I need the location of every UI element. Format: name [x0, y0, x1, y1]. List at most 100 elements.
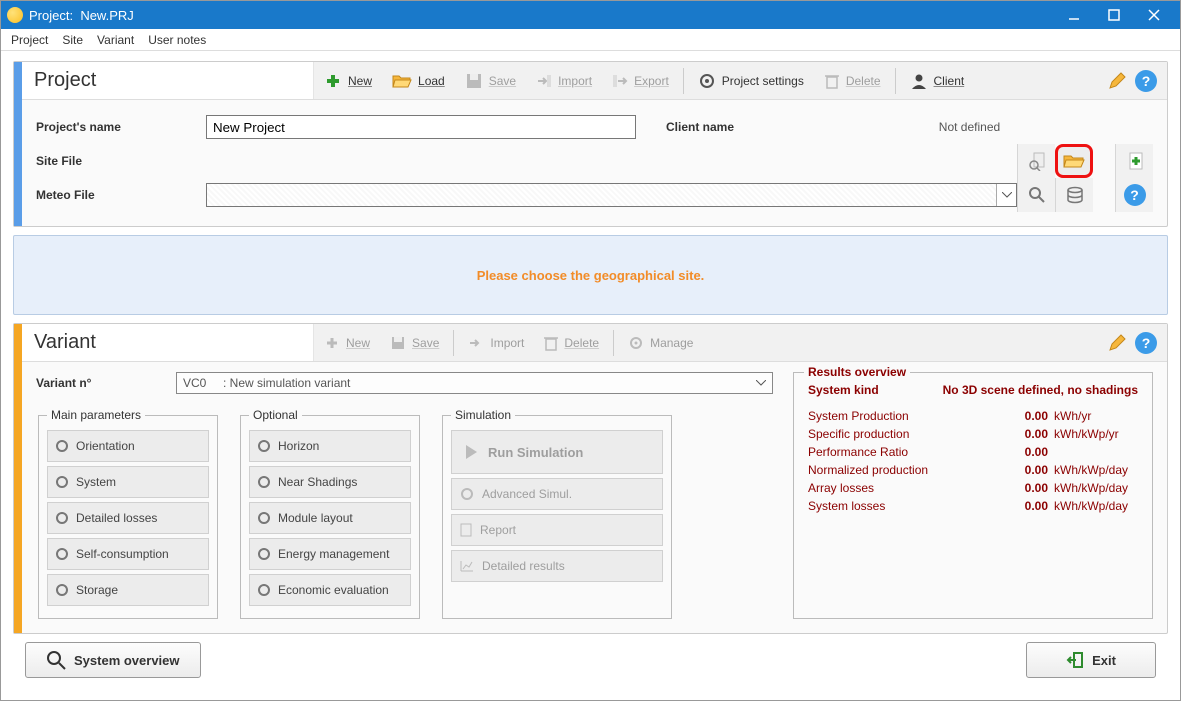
orientation-label: Orientation — [76, 439, 135, 453]
gear-icon — [628, 335, 644, 351]
separator — [453, 330, 454, 356]
array-unit: kWh/kWp/day — [1048, 481, 1138, 495]
near-shadings-label: Near Shadings — [278, 475, 357, 489]
help-icon[interactable]: ? — [1135, 332, 1157, 354]
hint-message: Please choose the geographical site. — [13, 235, 1168, 315]
menu-variant[interactable]: Variant — [97, 33, 134, 47]
site-search-button[interactable] — [1017, 144, 1055, 178]
variant-manage-button[interactable]: Manage — [618, 324, 703, 362]
exit-label: Exit — [1092, 653, 1116, 668]
variant-save-label: Save — [412, 336, 439, 350]
search-icon — [46, 650, 66, 670]
sysprod-label: System Production — [808, 409, 998, 423]
sysloss-unit: kWh/kWp/day — [1048, 499, 1138, 513]
project-panel: Project New Load Save Import — [13, 61, 1168, 227]
file-search-icon — [1027, 151, 1047, 171]
save-icon — [390, 335, 406, 351]
normprod-value: 0.00 — [998, 463, 1048, 477]
project-export-button[interactable]: Export — [602, 62, 679, 100]
results-legend: Results overview — [804, 365, 910, 379]
system-button[interactable]: System — [47, 466, 209, 498]
variant-new-label: New — [346, 336, 370, 350]
chevron-down-icon — [996, 184, 1016, 206]
detailed-results-button[interactable]: Detailed results — [451, 550, 663, 582]
radio-icon — [56, 512, 68, 524]
exit-button[interactable]: Exit — [1026, 642, 1156, 678]
specprod-label: Specific production — [808, 427, 998, 441]
client-name-value: Not defined — [786, 120, 1153, 134]
project-load-button[interactable]: Load — [382, 62, 455, 100]
plus-icon — [324, 335, 340, 351]
project-name-input[interactable] — [206, 115, 636, 139]
window-title: Project: New.PRJ — [29, 8, 134, 23]
radio-icon — [56, 584, 68, 596]
maximize-button[interactable] — [1094, 1, 1134, 29]
horizon-button[interactable]: Horizon — [249, 430, 411, 462]
gear-icon — [698, 72, 716, 90]
help-icon[interactable]: ? — [1135, 70, 1157, 92]
orientation-button[interactable]: Orientation — [47, 430, 209, 462]
detailed-losses-label: Detailed losses — [76, 511, 157, 525]
separator — [613, 330, 614, 356]
near-shadings-button[interactable]: Near Shadings — [249, 466, 411, 498]
detailed-losses-button[interactable]: Detailed losses — [47, 502, 209, 534]
module-layout-button[interactable]: Module layout — [249, 502, 411, 534]
energy-management-button[interactable]: Energy management — [249, 538, 411, 570]
menu-usernotes[interactable]: User notes — [148, 33, 206, 47]
minimize-button[interactable] — [1054, 1, 1094, 29]
meteo-help-button[interactable]: ? — [1115, 178, 1153, 212]
project-import-button[interactable]: Import — [526, 62, 602, 100]
main-parameters-legend: Main parameters — [47, 408, 145, 422]
save-icon — [465, 72, 483, 90]
economic-evaluation-label: Economic evaluation — [278, 583, 389, 597]
pencil-icon[interactable] — [1107, 333, 1127, 353]
storage-button[interactable]: Storage — [47, 574, 209, 606]
variant-new-button[interactable]: New — [314, 324, 380, 362]
menu-project[interactable]: Project — [11, 33, 48, 47]
radio-icon — [56, 440, 68, 452]
plus-icon — [324, 72, 342, 90]
energy-management-label: Energy management — [278, 547, 389, 561]
variant-save-button[interactable]: Save — [380, 324, 449, 362]
report-button[interactable]: Report — [451, 514, 663, 546]
variant-number-combo[interactable]: VC0 : New simulation variant — [176, 372, 773, 394]
simulation-group: Simulation Run Simulation Advanced Simul… — [442, 408, 672, 619]
run-simulation-button[interactable]: Run Simulation — [451, 430, 663, 474]
menu-site[interactable]: Site — [62, 33, 83, 47]
variant-import-button[interactable]: Import — [458, 324, 534, 362]
advanced-simul-label: Advanced Simul. — [482, 487, 572, 501]
project-client-button[interactable]: Client — [900, 62, 975, 100]
site-new-button[interactable] — [1115, 144, 1153, 178]
variant-delete-button[interactable]: Delete — [534, 324, 609, 362]
economic-evaluation-button[interactable]: Economic evaluation — [249, 574, 411, 606]
meteo-file-label: Meteo File — [36, 188, 206, 202]
advanced-simul-button[interactable]: Advanced Simul. — [451, 478, 663, 510]
system-kind-note: No 3D scene defined, no shadings — [938, 383, 1138, 397]
site-open-button[interactable] — [1055, 144, 1093, 178]
export-icon — [612, 73, 628, 89]
meteo-database-button[interactable] — [1055, 178, 1093, 212]
variant-toolbar: New Save Import Delete Man — [314, 324, 1167, 361]
system-overview-button[interactable]: System overview — [25, 642, 201, 678]
meteo-file-combo[interactable] — [206, 183, 1017, 207]
meteo-search-button[interactable] — [1017, 178, 1055, 212]
horizon-label: Horizon — [278, 439, 319, 453]
project-save-button[interactable]: Save — [455, 62, 526, 100]
import-icon — [536, 73, 552, 89]
folder-open-icon — [392, 73, 412, 89]
results-overview: Results overview System kind No 3D scene… — [793, 372, 1153, 619]
trash-icon — [544, 335, 558, 351]
main-parameters-group: Main parameters Orientation System Detai… — [38, 408, 218, 619]
project-delete-button[interactable]: Delete — [814, 62, 891, 100]
project-settings-button[interactable]: Project settings — [688, 62, 814, 100]
document-icon — [460, 523, 472, 537]
trash-icon — [824, 72, 840, 90]
radio-icon — [258, 512, 270, 524]
close-button[interactable] — [1134, 1, 1174, 29]
self-consumption-button[interactable]: Self-consumption — [47, 538, 209, 570]
gear-icon — [460, 487, 474, 501]
project-new-button[interactable]: New — [314, 62, 382, 100]
pencil-icon[interactable] — [1107, 71, 1127, 91]
radio-icon — [56, 548, 68, 560]
client-name-label: Client name — [666, 120, 786, 134]
